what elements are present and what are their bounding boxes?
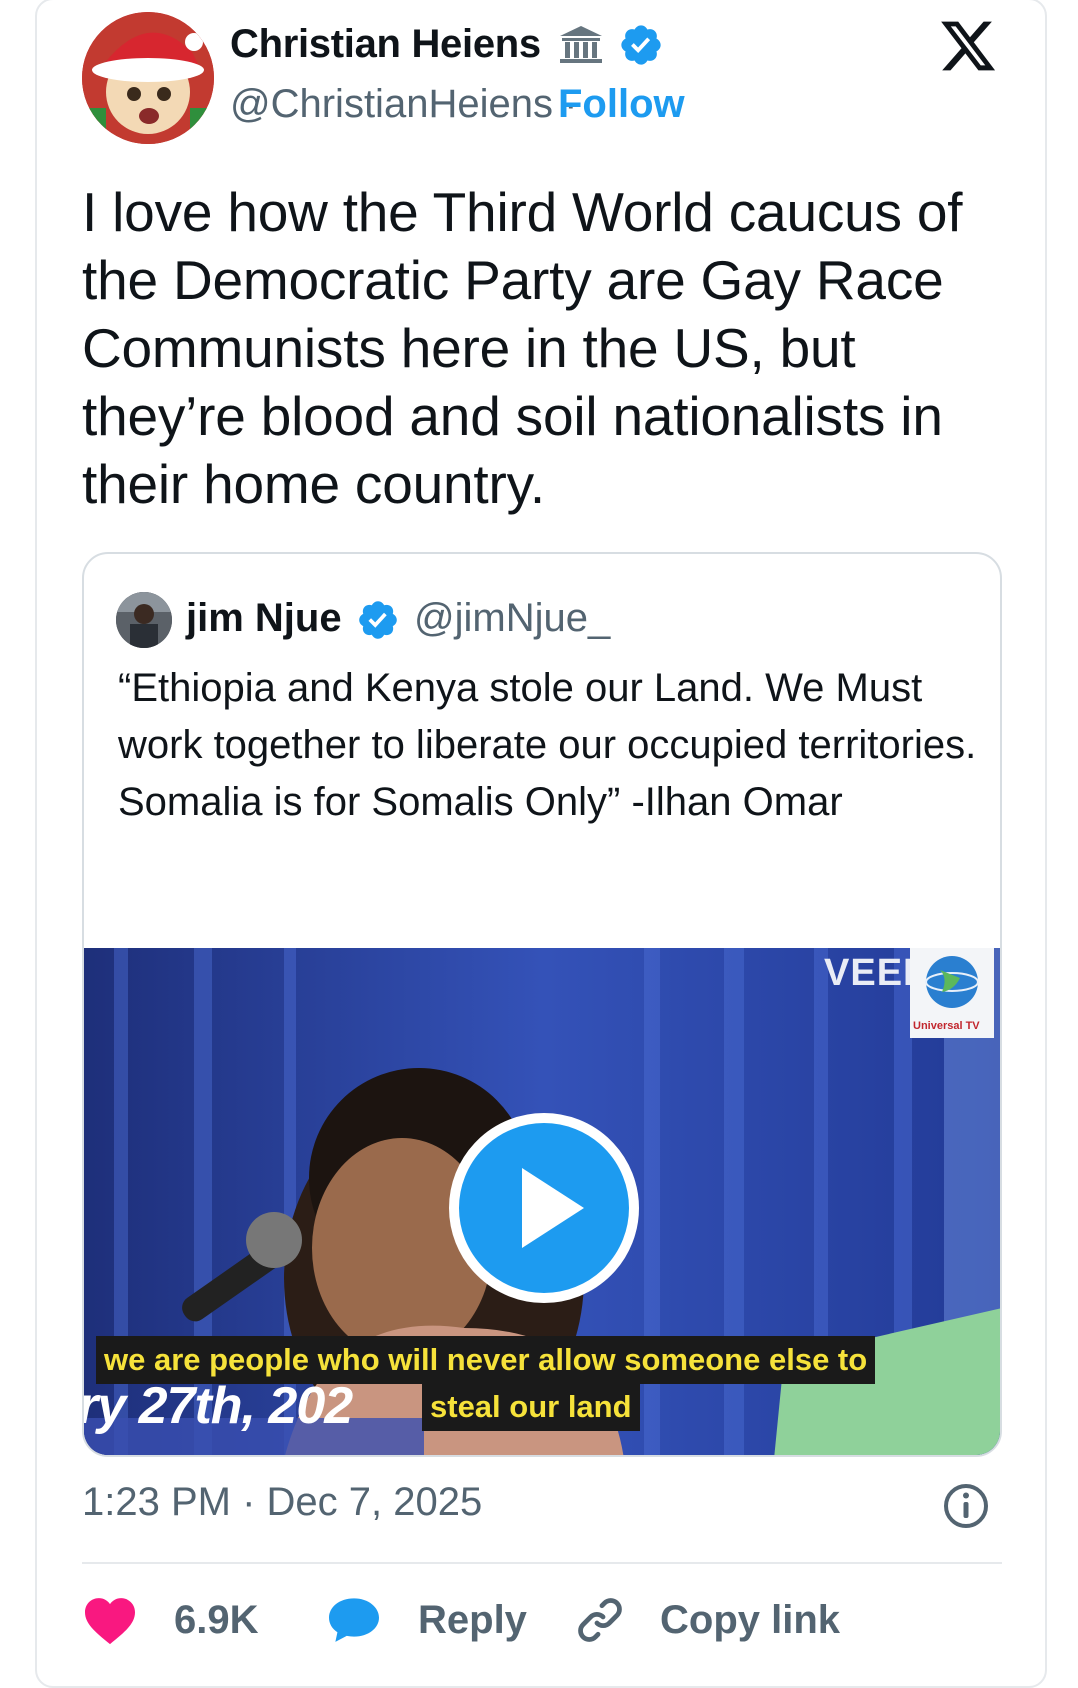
- author-handle[interactable]: @ChristianHeiens ·: [230, 82, 577, 127]
- reply-label: Reply: [418, 1597, 527, 1642]
- tweet-timestamp[interactable]: 1:23 PM · Dec 7, 2025: [82, 1480, 482, 1525]
- speech-bubble-icon: [329, 1598, 379, 1642]
- quoted-tweet[interactable]: jim Njue @jimNjue_ “Ethiopia and Kenya s…: [82, 552, 1002, 1457]
- verified-badge-icon: [359, 601, 397, 639]
- quoted-tweet-text: “Ethiopia and Kenya stole our Land. We M…: [118, 666, 977, 824]
- author-name[interactable]: Christian Heiens: [230, 22, 541, 67]
- link-icon: [578, 1598, 622, 1642]
- copy-link-button[interactable]: Copy link: [574, 1590, 840, 1650]
- info-icon[interactable]: [942, 1482, 990, 1530]
- follow-button[interactable]: Follow: [558, 82, 685, 127]
- globe-icon: [925, 956, 979, 1008]
- play-icon[interactable]: [448, 1112, 640, 1304]
- like-count: 6.9K: [174, 1597, 259, 1642]
- verified-badge-icon: [621, 25, 661, 65]
- x-logo-icon[interactable]: [936, 16, 1000, 76]
- quoted-author-handle[interactable]: @jimNjue_: [414, 596, 610, 641]
- divider: [82, 1562, 1002, 1564]
- channel-label: Universal TV: [913, 1020, 980, 1032]
- like-button[interactable]: 6.9K: [82, 1590, 259, 1650]
- heart-icon: [85, 1598, 135, 1645]
- caption-line-1: we are people who will never allow someo…: [96, 1336, 876, 1384]
- government-building-icon: [560, 26, 602, 63]
- tweet-text: I love how the Third World caucus of the…: [82, 181, 963, 515]
- reply-button[interactable]: Reply: [326, 1590, 527, 1650]
- ticker-text: ry 27th, 202: [84, 1377, 353, 1435]
- quoted-author-name[interactable]: jim Njue: [186, 596, 342, 641]
- video-player[interactable]: VEED.IO Universal TV ry 27th, 202 we are…: [84, 948, 1000, 1455]
- caption-line-2: steal our land: [422, 1383, 640, 1431]
- author-handle-text[interactable]: @ChristianHeiens: [230, 82, 553, 126]
- quoted-author-avatar[interactable]: [116, 592, 172, 648]
- author-avatar[interactable]: [82, 12, 214, 144]
- copy-link-label: Copy link: [660, 1597, 841, 1642]
